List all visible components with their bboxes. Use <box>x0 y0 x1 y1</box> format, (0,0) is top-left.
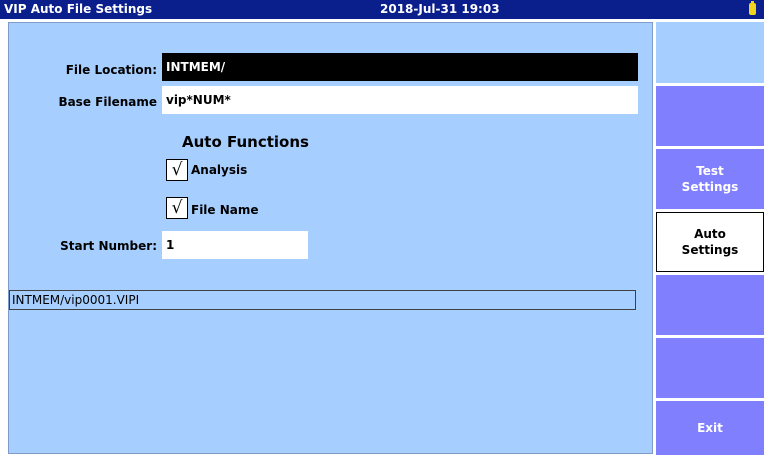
start-number-label: Start Number: <box>60 239 157 253</box>
analysis-label: Analysis <box>191 163 248 177</box>
softkey-5[interactable] <box>656 275 764 335</box>
softkey-6[interactable] <box>656 338 764 398</box>
auto-functions-heading: Auto Functions <box>182 133 309 151</box>
battery-icon <box>749 1 756 15</box>
datetime-display: 2018-Jul-31 19:03 <box>380 2 500 16</box>
analysis-checkbox[interactable]: √ <box>166 159 188 181</box>
file-location-field[interactable]: INTMEM/ <box>162 53 638 81</box>
test-settings-button[interactable]: Test Settings <box>656 149 764 209</box>
file-name-checkbox[interactable]: √ <box>166 197 188 219</box>
auto-settings-button[interactable]: Auto Settings <box>656 212 764 272</box>
exit-button[interactable]: Exit <box>656 401 764 455</box>
file-path-preview: INTMEM/vip0001.VIPI <box>9 290 636 310</box>
softkey-2[interactable] <box>656 86 764 146</box>
start-number-field[interactable]: 1 <box>162 231 308 259</box>
softkey-sidebar: Test Settings Auto Settings Exit <box>654 22 764 455</box>
settings-panel: File Location: INTMEM/ Base Filename vip… <box>8 22 653 454</box>
window-title: VIP Auto File Settings <box>4 2 153 16</box>
file-name-label: File Name <box>191 203 259 217</box>
base-filename-label: Base Filename <box>58 95 157 109</box>
base-filename-field[interactable]: vip*NUM* <box>162 86 638 114</box>
file-location-label: File Location: <box>65 63 157 77</box>
title-bar: VIP Auto File Settings 2018-Jul-31 19:03 <box>0 0 764 19</box>
softkey-1[interactable] <box>656 22 764 83</box>
